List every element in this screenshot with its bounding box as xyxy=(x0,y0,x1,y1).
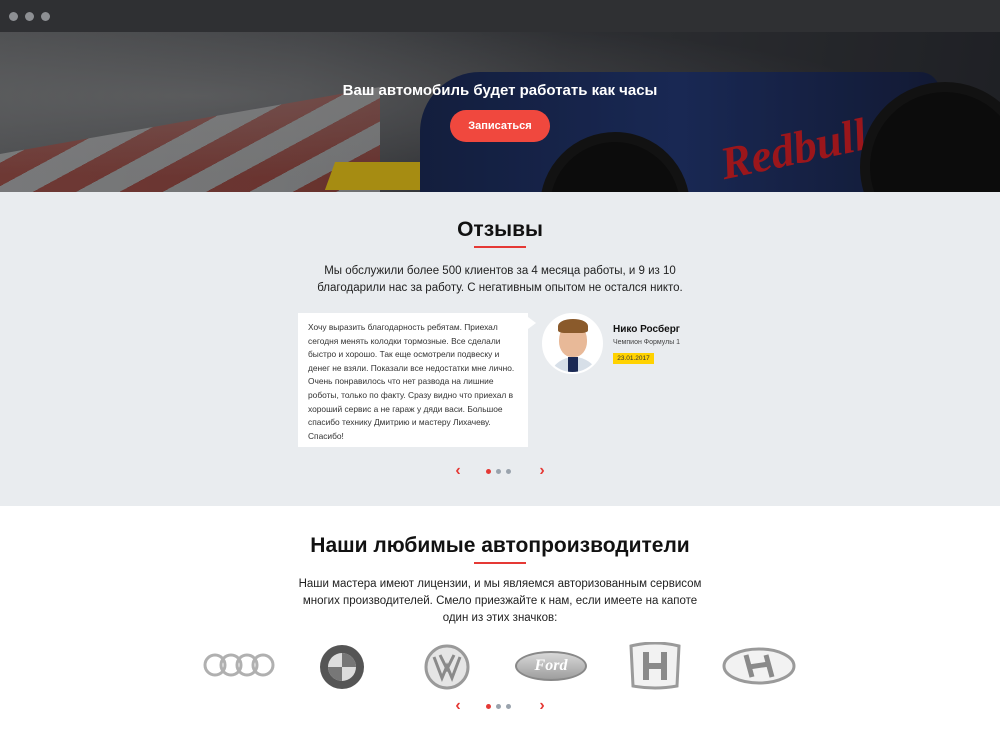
carousel-dot[interactable] xyxy=(486,704,491,709)
carousel-dot[interactable] xyxy=(486,469,491,474)
window-dot-icon[interactable] xyxy=(25,12,34,21)
review-card: Хочу выразить благодарность ребятам. При… xyxy=(298,313,536,447)
brands-title: Наши любимые автопроизводители xyxy=(310,534,690,557)
window-dot-icon[interactable] xyxy=(9,12,18,21)
carousel-dot[interactable] xyxy=(506,469,511,474)
honda-logo-icon[interactable] xyxy=(627,642,683,690)
carousel-dots xyxy=(486,469,516,475)
brands-section: Наши любимые автопроизводители Наши маст… xyxy=(0,506,1000,739)
title-underline xyxy=(474,246,526,248)
carousel-dots xyxy=(486,704,516,710)
prev-arrow-icon[interactable]: ‹ xyxy=(452,698,464,714)
avatar-collar xyxy=(568,357,578,372)
next-arrow-icon[interactable]: › xyxy=(536,463,548,479)
avatar xyxy=(542,313,603,374)
reviews-intro: Мы обслужили более 500 клиентов за 4 мес… xyxy=(317,265,683,294)
vw-logo-icon[interactable] xyxy=(424,644,470,690)
carousel-dot[interactable] xyxy=(496,704,501,709)
hero-banner: Redbull Ваш автомобиль будет работать ка… xyxy=(0,32,1000,192)
avatar-hair xyxy=(558,319,588,333)
window-dot-icon[interactable] xyxy=(41,12,50,21)
prev-arrow-icon[interactable]: ‹ xyxy=(452,463,464,479)
author-role: Чемпион Формулы 1 xyxy=(613,339,681,346)
carousel-dot[interactable] xyxy=(496,469,501,474)
brands-intro: Наши мастера имеют лицензии, и мы являем… xyxy=(298,578,702,624)
reviews-section: Отзывы Мы обслужили более 500 клиентов з… xyxy=(0,192,1000,506)
title-underline xyxy=(474,562,526,564)
carousel-dot[interactable] xyxy=(506,704,511,709)
ford-logo-text: Ford xyxy=(534,657,568,674)
signup-button[interactable]: Записаться xyxy=(450,110,550,142)
ford-logo-icon[interactable]: Ford xyxy=(515,651,587,681)
bmw-logo-icon[interactable] xyxy=(319,644,365,690)
audi-logo-icon[interactable] xyxy=(203,645,275,685)
browser-title-bar xyxy=(0,0,1000,32)
next-arrow-icon[interactable]: › xyxy=(536,698,548,714)
hyundai-logo-icon[interactable] xyxy=(722,647,796,685)
date-badge: 23.01.2017 xyxy=(613,353,654,364)
author-name: Нико Росберг xyxy=(613,324,680,335)
review-text: Хочу выразить благодарность ребятам. При… xyxy=(308,322,515,441)
reviews-title: Отзывы xyxy=(457,218,543,241)
hero-tagline: Ваш автомобиль будет работать как часы xyxy=(342,82,658,99)
